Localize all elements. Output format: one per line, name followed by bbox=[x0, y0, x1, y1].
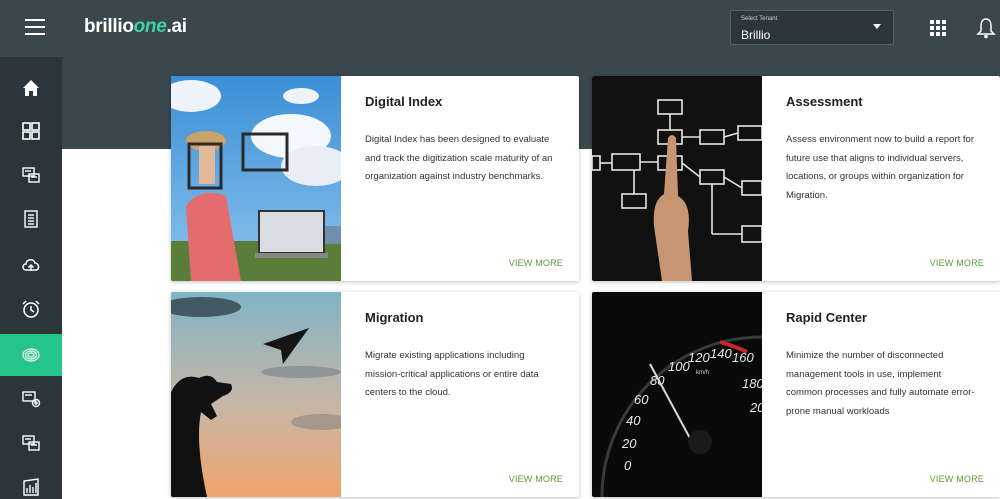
card-description: Migrate existing applications including … bbox=[365, 350, 539, 399]
speedometer-tick-label: 80 bbox=[650, 373, 665, 388]
sidebar bbox=[0, 57, 62, 499]
speedometer-tick-label: 120 bbox=[688, 350, 710, 365]
card-title: Rapid Center bbox=[786, 310, 867, 325]
tenant-select[interactable]: Select Tenant Brillio bbox=[730, 10, 894, 45]
speedometer-tick-label: 60 bbox=[634, 392, 649, 407]
view-more-link[interactable]: VIEW MORE bbox=[509, 474, 563, 484]
digital-index-image bbox=[171, 76, 341, 281]
card-title: Assessment bbox=[786, 94, 863, 109]
monitor-icon bbox=[22, 435, 40, 451]
menu-icon[interactable] bbox=[25, 19, 45, 35]
monitor-icon bbox=[22, 167, 40, 183]
chevron-down-icon bbox=[873, 24, 881, 29]
bell-icon[interactable] bbox=[976, 16, 996, 40]
view-more-link[interactable]: VIEW MORE bbox=[930, 474, 984, 484]
view-more-link[interactable]: VIEW MORE bbox=[930, 258, 984, 268]
sidebar-item-alarm[interactable] bbox=[0, 288, 62, 330]
speedometer-tick-label: 0 bbox=[624, 458, 632, 473]
speedometer-tick-label: 140 bbox=[710, 346, 732, 361]
card-description: Assess environment now to build a report… bbox=[786, 134, 974, 201]
sidebar-item-device-settings[interactable] bbox=[0, 378, 62, 420]
migration-image bbox=[171, 292, 341, 497]
card-title: Migration bbox=[365, 310, 424, 325]
sidebar-item-dashboard[interactable] bbox=[0, 110, 62, 152]
sidebar-item-home[interactable] bbox=[0, 67, 62, 109]
card-description: Minimize the number of disconnected mana… bbox=[786, 350, 975, 417]
card-assessment[interactable]: Assessment Assess environment now to bui… bbox=[592, 76, 1000, 281]
tenant-select-label: Select Tenant bbox=[741, 16, 778, 22]
speedometer-tick-label: 20 bbox=[749, 400, 762, 415]
sidebar-item-fingerprint[interactable] bbox=[0, 334, 62, 376]
top-bar: brillioone.ai Select Tenant Brillio bbox=[0, 0, 1000, 57]
card-migration[interactable]: Migration Migrate existing applications … bbox=[171, 292, 579, 497]
report-chart-icon bbox=[23, 478, 39, 496]
cloud-upload-icon bbox=[22, 259, 40, 271]
speedometer-tick-label: 20 bbox=[621, 436, 637, 451]
tenant-select-value: Brillio bbox=[741, 28, 771, 42]
home-icon bbox=[23, 80, 39, 96]
logo-brand-text: brillio bbox=[84, 16, 134, 37]
dashboard-icon bbox=[22, 122, 40, 140]
card-rapid-center[interactable]: 02040608010012014016018020km/h Rapid Cen… bbox=[592, 292, 1000, 497]
card-title: Digital Index bbox=[365, 94, 443, 109]
app-logo[interactable]: brillioone.ai bbox=[84, 16, 187, 38]
sidebar-item-monitor-2[interactable] bbox=[0, 422, 62, 464]
card-digital-index[interactable]: Digital Index Digital Index has been des… bbox=[171, 76, 579, 281]
fingerprint-icon bbox=[22, 348, 40, 362]
card-description: Digital Index has been designed to evalu… bbox=[365, 134, 553, 183]
logo-one-text: one bbox=[133, 16, 167, 37]
sidebar-item-monitor[interactable] bbox=[0, 154, 62, 196]
sidebar-item-report[interactable] bbox=[0, 466, 62, 499]
rapid-center-image: 02040608010012014016018020km/h bbox=[592, 292, 762, 497]
logo-ai-text: .ai bbox=[166, 16, 188, 37]
speedometer-unit-label: km/h bbox=[696, 370, 709, 376]
sidebar-item-cloud-upload[interactable] bbox=[0, 244, 62, 286]
checklist-icon bbox=[24, 210, 38, 228]
speedometer-tick-label: 160 bbox=[732, 350, 754, 365]
alarm-clock-icon bbox=[22, 300, 40, 318]
sidebar-item-checklist[interactable] bbox=[0, 198, 62, 240]
assessment-image bbox=[592, 76, 762, 281]
view-more-link[interactable]: VIEW MORE bbox=[509, 258, 563, 268]
apps-grid-icon[interactable] bbox=[928, 18, 948, 38]
speedometer-tick-label: 180 bbox=[742, 376, 762, 391]
speedometer-tick-label: 40 bbox=[626, 413, 641, 428]
device-settings-icon bbox=[22, 391, 41, 408]
